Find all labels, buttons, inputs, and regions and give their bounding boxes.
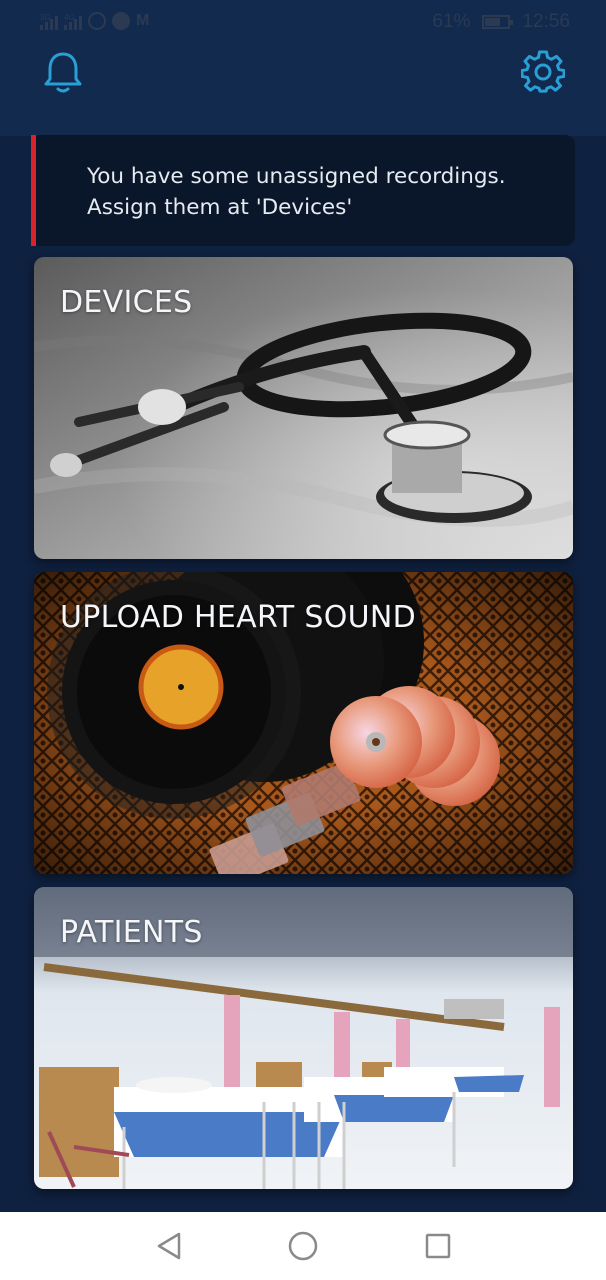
system-nav-bar [0, 1212, 606, 1280]
battery-icon [482, 15, 514, 29]
recents-button[interactable] [418, 1228, 458, 1264]
bell-icon [44, 52, 82, 93]
status-right: 61% 12:56 [432, 11, 570, 33]
hotspot-icon [88, 12, 106, 30]
patients-label: PATIENTS [60, 915, 203, 950]
unassigned-recordings-alert: You have some unassigned recordings. Ass… [31, 135, 575, 246]
signal-icon: 3G [40, 13, 58, 30]
upload-heart-sound-label: UPLOAD HEART SOUND [60, 600, 417, 635]
back-triangle-icon [157, 1232, 181, 1260]
alert-line-2: Assign them at 'Devices' [87, 195, 353, 220]
home-circle-icon [288, 1231, 318, 1261]
alert-line-1: You have some unassigned recordings. [87, 164, 506, 189]
status-bar: 3G 4G M 61% 12:56 [0, 0, 606, 44]
app-header [0, 44, 606, 136]
signal-icon-2: 4G [64, 13, 82, 30]
recents-square-icon [425, 1233, 451, 1259]
notifications-button[interactable] [41, 50, 85, 94]
patients-tile[interactable]: PATIENTS [34, 887, 573, 1189]
app-notification-icon [112, 12, 130, 30]
back-button[interactable] [149, 1228, 189, 1264]
devices-label: DEVICES [60, 285, 193, 320]
status-left: 3G 4G M [40, 12, 149, 30]
upload-heart-sound-tile[interactable]: UPLOAD HEART SOUND [34, 572, 573, 874]
settings-button[interactable] [521, 50, 565, 94]
battery-percent: 61% [432, 11, 471, 32]
devices-tile[interactable]: DEVICES [34, 257, 573, 559]
mail-icon: M [136, 12, 150, 29]
gear-icon [521, 50, 565, 93]
home-button[interactable] [283, 1228, 323, 1264]
clock: 12:56 [522, 11, 570, 32]
